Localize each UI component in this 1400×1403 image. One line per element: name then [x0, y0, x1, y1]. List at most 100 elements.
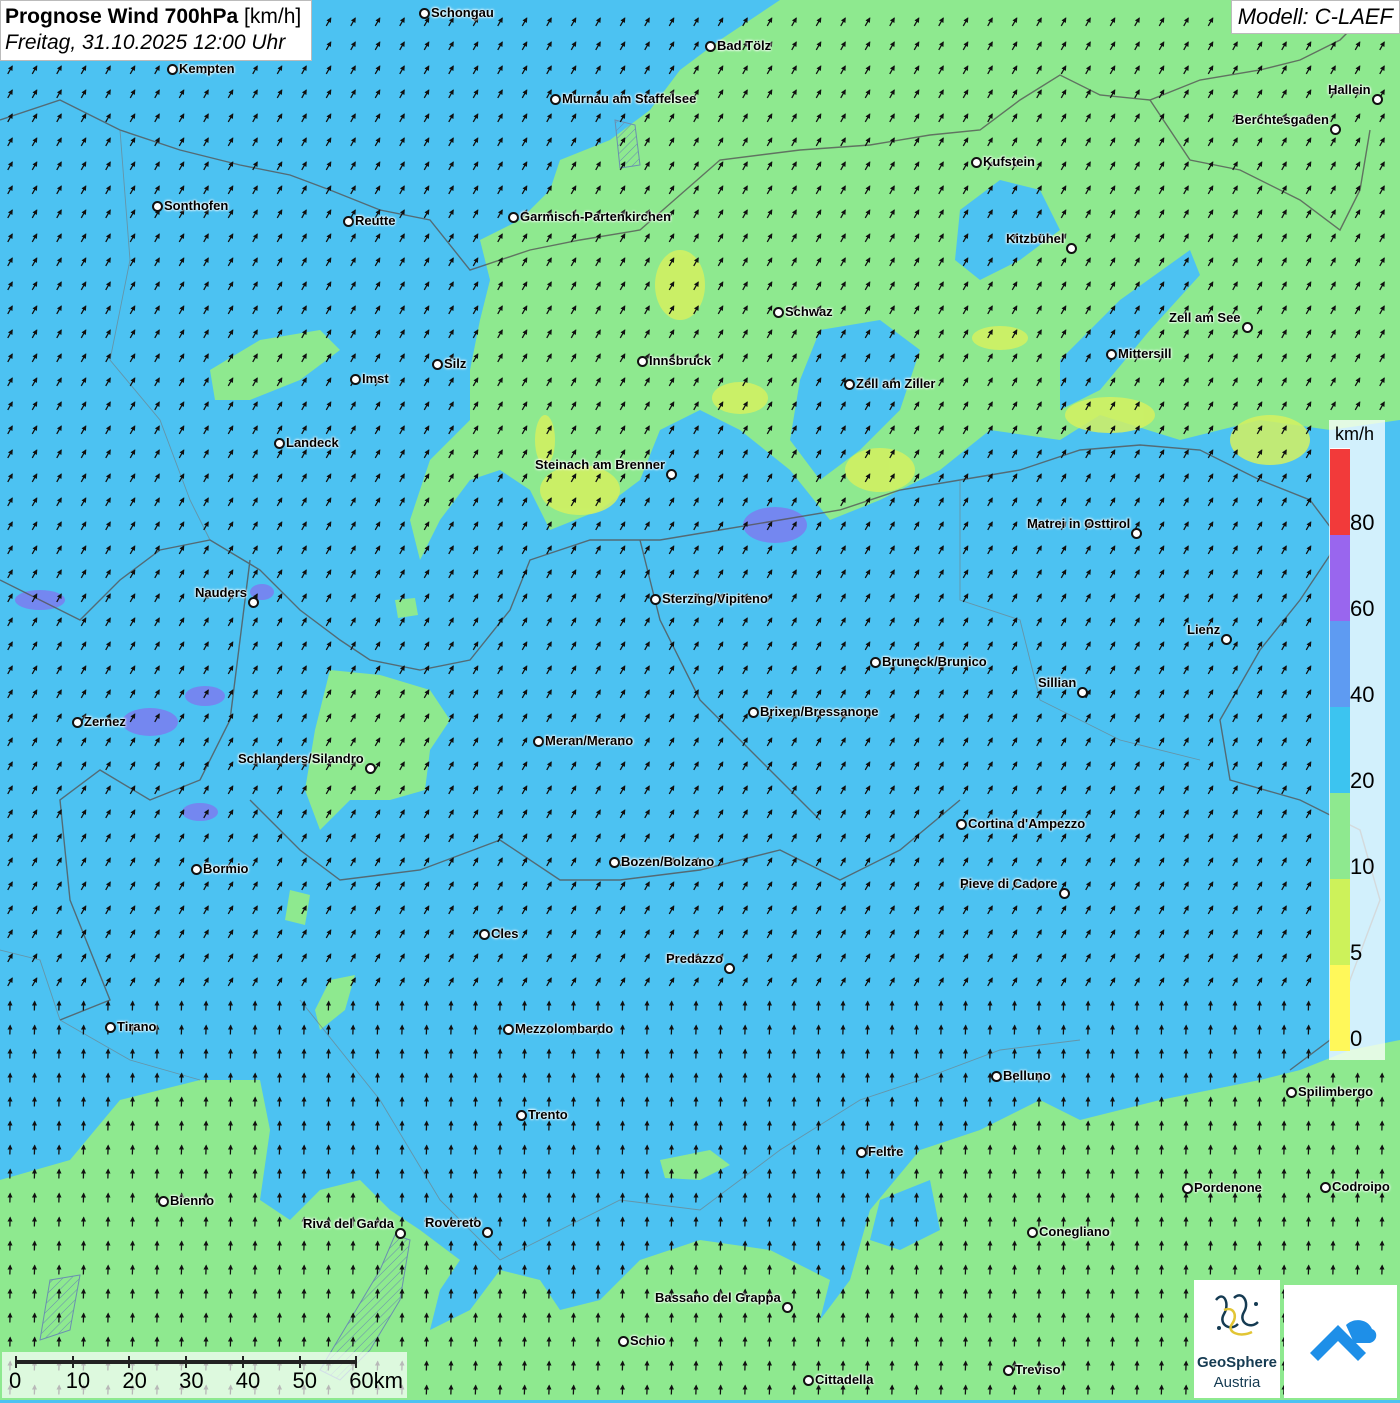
city-label: Zell am See: [1169, 310, 1241, 325]
scale-label: 20: [122, 1368, 146, 1394]
city-label: Codroipo: [1332, 1179, 1390, 1194]
city-label: Innsbruck: [649, 353, 711, 368]
scale-label: 10: [66, 1368, 90, 1394]
city-label: Bozen/Bolzano: [621, 854, 714, 869]
city-label: Cles: [491, 926, 518, 941]
city-label: Sonthofen: [164, 198, 228, 213]
city-label: Spilimbergo: [1298, 1084, 1373, 1099]
city-label: Steinach am Brenner: [535, 457, 665, 472]
city-dot: [105, 1022, 116, 1033]
scale-tick: [355, 1356, 357, 1368]
city-dot: [1059, 888, 1070, 899]
city-label: Cittadella: [815, 1372, 874, 1387]
city-label: Bad Tölz: [717, 38, 771, 53]
city-label: Rovereto: [425, 1215, 481, 1230]
scale-label: 30: [179, 1368, 203, 1394]
city-label: Zell am Ziller: [856, 376, 935, 391]
legend-label: 5: [1350, 940, 1362, 966]
city-dot: [1003, 1365, 1014, 1376]
app-logo: [1284, 1285, 1397, 1398]
city-dot: [550, 94, 561, 105]
city-dot: [773, 307, 784, 318]
model-label: Modell: C-LAEF: [1231, 0, 1400, 34]
city-label: Schongau: [431, 5, 494, 20]
city-dot: [1106, 349, 1117, 360]
city-dot: [724, 963, 735, 974]
scale-tick: [242, 1356, 244, 1368]
map-title: Prognose Wind 700hPa [km/h] Freitag, 31.…: [0, 0, 312, 61]
city-dot: [248, 597, 259, 608]
scale-tick: [72, 1356, 74, 1368]
legend-band: [1330, 792, 1350, 879]
scale-tick: [128, 1356, 130, 1368]
city-dot: [1066, 243, 1077, 254]
title-unit: [km/h]: [238, 5, 301, 28]
city-dot: [350, 374, 361, 385]
geosphere-logo: GeoSphere Austria: [1194, 1280, 1280, 1398]
city-dot: [508, 212, 519, 223]
legend-band: [1330, 534, 1350, 621]
legend-band: [1330, 964, 1350, 1051]
city-label: Landeck: [286, 435, 339, 450]
city-dot: [152, 201, 163, 212]
city-label: Bruneck/Brunico: [882, 654, 987, 669]
geosphere-logo-icon: [1194, 1280, 1280, 1350]
city-dot: [419, 8, 430, 19]
city-dot: [856, 1147, 867, 1158]
city-label: Reutte: [355, 213, 395, 228]
legend-band: [1330, 448, 1350, 535]
city-dot: [666, 469, 677, 480]
wind-zone-small3: [395, 598, 418, 618]
city-dot: [1242, 322, 1253, 333]
city-dot: [618, 1336, 629, 1347]
city-label: Feltre: [868, 1144, 903, 1159]
city-dot: [158, 1196, 169, 1207]
legend-label: 60: [1350, 596, 1374, 622]
city-dot: [516, 1110, 527, 1121]
city-label: Meran/Merano: [545, 733, 633, 748]
city-label: Nauders: [195, 585, 247, 600]
city-dot: [191, 864, 202, 875]
city-dot: [482, 1227, 493, 1238]
logo-text-1: GeoSphere: [1194, 1354, 1280, 1371]
city-label: Predazzo: [666, 951, 723, 966]
city-dot: [479, 929, 490, 940]
forecast-datetime: Freitag, 31.10.2025 12:00 Uhr: [5, 30, 301, 56]
title-main: Prognose Wind 700hPa: [5, 5, 238, 28]
city-dot: [1182, 1183, 1193, 1194]
scale-tick: [15, 1356, 17, 1368]
city-label: Cortina d'Ampezzo: [968, 816, 1085, 831]
city-dot: [1077, 687, 1088, 698]
city-dot: [274, 438, 285, 449]
city-label: Sillian: [1038, 675, 1076, 690]
city-label: Hallein: [1328, 82, 1371, 97]
scale-label: 40: [236, 1368, 260, 1394]
city-label: Tirano: [117, 1019, 157, 1034]
city-dot: [1330, 124, 1341, 135]
city-dot: [803, 1375, 814, 1386]
legend-band: [1330, 706, 1350, 793]
scale-bar: 0102030405060km: [2, 1352, 407, 1398]
city-label: Bormio: [203, 861, 249, 876]
city-label: Riva del Garda: [303, 1216, 394, 1231]
city-dot: [167, 64, 178, 75]
scale-tick: [185, 1356, 187, 1368]
city-dot: [1320, 1182, 1331, 1193]
city-dot: [748, 707, 759, 718]
city-label: Kempten: [179, 61, 235, 76]
logo-text-2: Austria: [1194, 1374, 1280, 1391]
city-dot: [844, 379, 855, 390]
scale-label: 60km: [349, 1368, 403, 1394]
legend-label: 0: [1350, 1026, 1362, 1052]
city-label: Bienno: [170, 1193, 214, 1208]
legend-band: [1330, 620, 1350, 707]
legend-unit: km/h: [1335, 424, 1374, 445]
city-label: Schwaz: [785, 304, 833, 319]
city-dot: [956, 819, 967, 830]
legend-label: 80: [1350, 510, 1374, 536]
city-label: Trento: [528, 1107, 568, 1122]
city-dot: [72, 717, 83, 728]
city-dot: [650, 594, 661, 605]
city-dot: [365, 763, 376, 774]
city-label: Brixen/Bressanone: [760, 704, 879, 719]
